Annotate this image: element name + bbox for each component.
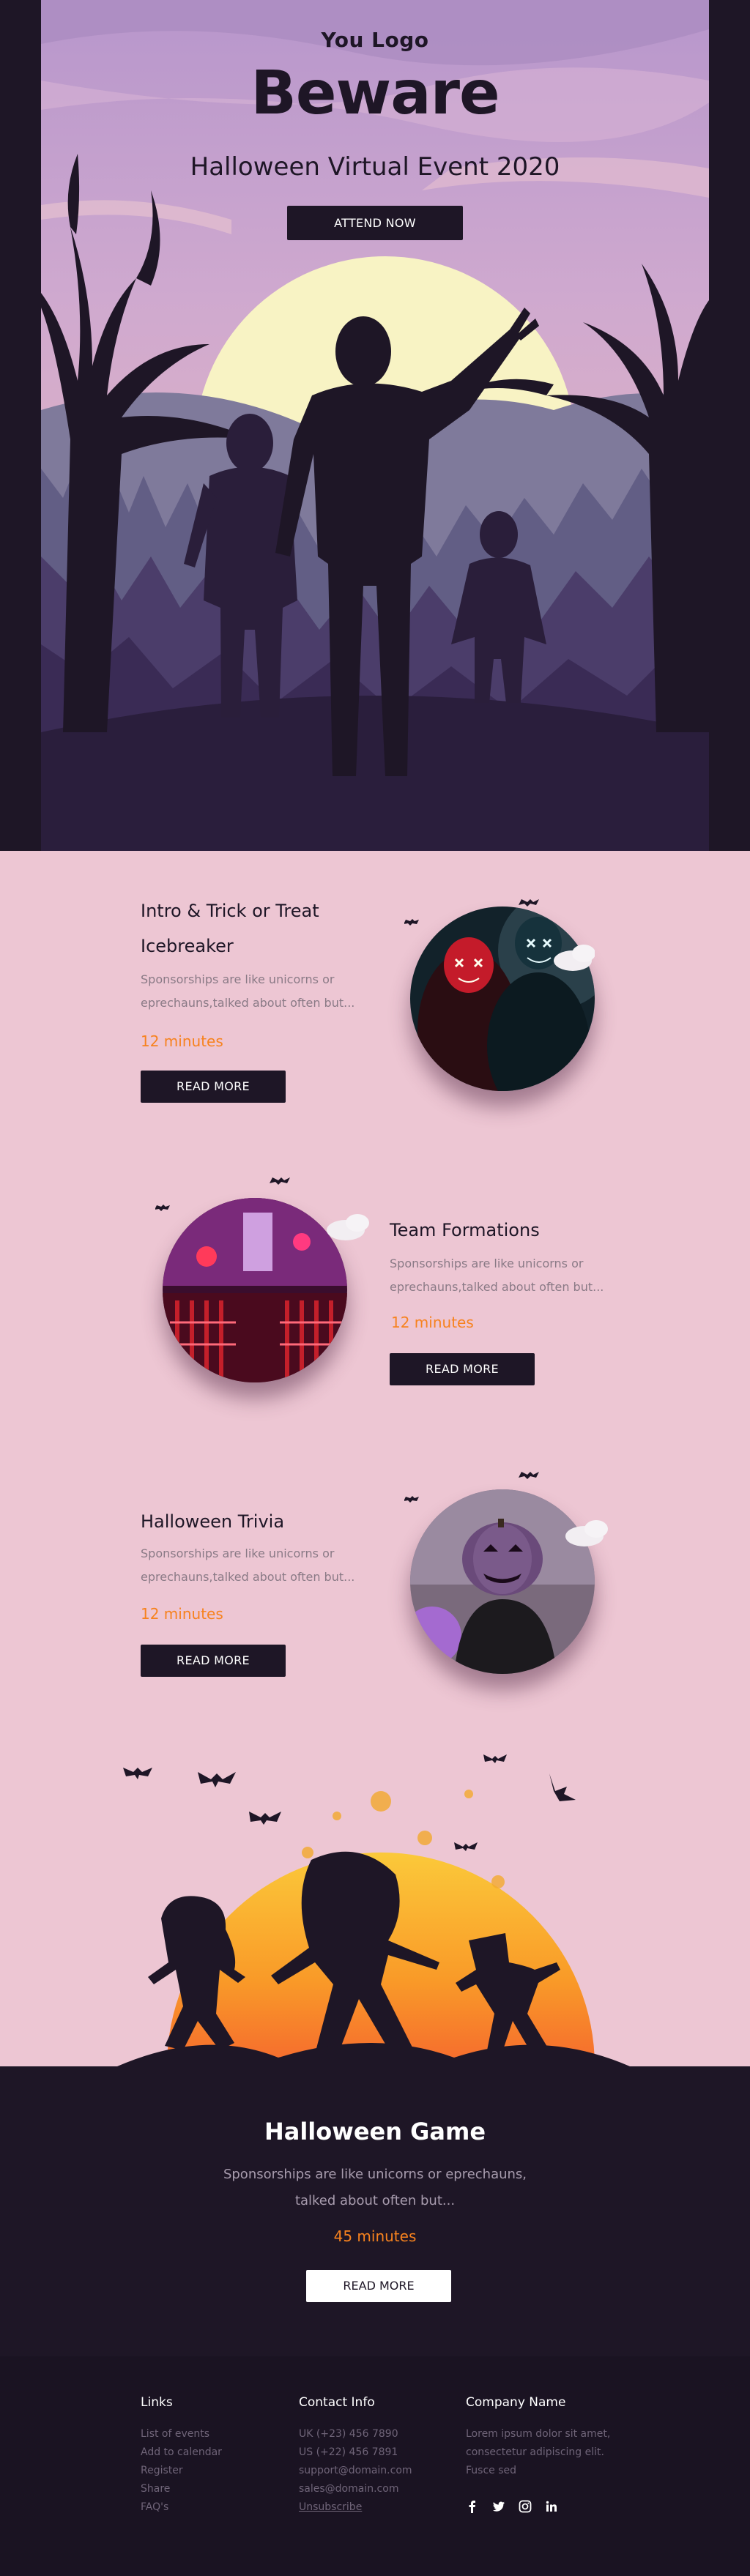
session-title: Halloween Trivia bbox=[141, 1511, 285, 1532]
bats-decoration bbox=[404, 899, 595, 971]
footer-email-sales[interactable]: sales@domain.com bbox=[299, 2480, 412, 2498]
footer-company-heading: Company Name bbox=[466, 2395, 566, 2410]
brand-logo[interactable]: You Logo bbox=[41, 28, 709, 52]
footer-email-support[interactable]: support@domain.com bbox=[299, 2462, 412, 2480]
footer-link-faqs[interactable]: FAQ's bbox=[141, 2498, 222, 2517]
footer-links-column: Links List of events Add to calendar Reg… bbox=[141, 2391, 222, 2517]
zombie-moon-illustration bbox=[117, 1754, 630, 2066]
hero-subtitle: Halloween Virtual Event 2020 bbox=[190, 152, 560, 182]
session-title: Intro & Trick or Treat Icebreaker bbox=[141, 893, 319, 964]
session-description-line: eprechauns,talked about often but... bbox=[141, 1570, 355, 1584]
footer-phone-us[interactable]: US (+22) 456 7891 bbox=[299, 2443, 412, 2462]
session-description-line: Sponsorships are like unicorns or bbox=[141, 1546, 335, 1560]
session-description-line: Sponsorships are like unicorns or bbox=[390, 1257, 584, 1270]
social-links bbox=[466, 2500, 558, 2513]
session-description-line: eprechauns,talked about often but... bbox=[390, 1280, 604, 1294]
footer-company-text: Fusce sed bbox=[466, 2465, 517, 2476]
game-description: Sponsorships are like unicorns or eprech… bbox=[192, 2162, 558, 2214]
footer-link-share[interactable]: Share bbox=[141, 2480, 222, 2498]
linkedin-icon[interactable] bbox=[545, 2500, 558, 2513]
attend-now-button[interactable]: ATTEND NOW bbox=[287, 206, 463, 240]
session-duration: 12 minutes bbox=[391, 1314, 474, 1331]
facebook-icon[interactable] bbox=[466, 2500, 479, 2513]
session-duration: 12 minutes bbox=[141, 1605, 223, 1623]
session-title-line: Icebreaker bbox=[141, 936, 234, 956]
footer-link-add-to-calendar[interactable]: Add to calendar bbox=[141, 2443, 222, 2462]
bats-decoration bbox=[404, 1472, 608, 1546]
read-more-button[interactable]: READ MORE bbox=[141, 1071, 286, 1103]
game-section: Halloween Game Sponsorships are like uni… bbox=[0, 2066, 750, 2356]
footer-company-text: consectetur adipiscing elit. bbox=[466, 2446, 604, 2458]
session-description: Sponsorships are like unicorns or eprech… bbox=[141, 1542, 382, 1589]
twitter-icon[interactable] bbox=[492, 2500, 505, 2513]
session-title: Team Formations bbox=[390, 1220, 540, 1240]
game-read-more-button[interactable]: READ MORE bbox=[306, 2270, 451, 2302]
session-description: Sponsorships are like unicorns or eprech… bbox=[390, 1252, 631, 1299]
footer-links-heading: Links bbox=[141, 2395, 173, 2410]
read-more-button[interactable]: READ MORE bbox=[390, 1353, 535, 1385]
session-description-line: eprechauns,talked about often but... bbox=[141, 996, 355, 1010]
footer-phone-uk[interactable]: UK (+23) 456 7890 bbox=[299, 2425, 412, 2443]
footer-company-text: Lorem ipsum dolor sit amet, bbox=[466, 2428, 611, 2440]
game-description-line: Sponsorships are like unicorns or eprech… bbox=[223, 2167, 527, 2182]
read-more-button[interactable]: READ MORE bbox=[141, 1645, 286, 1677]
hero-banner: You Logo Beware Halloween Virtual Event … bbox=[41, 0, 709, 851]
footer-contact-column: Contact Info UK (+23) 456 7890 US (+22) … bbox=[299, 2391, 412, 2517]
footer-link-register[interactable]: Register bbox=[141, 2462, 222, 2480]
session-description: Sponsorships are like unicorns or eprech… bbox=[141, 968, 382, 1015]
game-title: Halloween Game bbox=[264, 2118, 486, 2145]
bats-decoration bbox=[155, 1177, 369, 1240]
footer-link-list-of-events[interactable]: List of events bbox=[141, 2425, 222, 2443]
hero-section: You Logo Beware Halloween Virtual Event … bbox=[0, 0, 750, 851]
session-description-line: Sponsorships are like unicorns or bbox=[141, 972, 335, 986]
session-duration: 12 minutes bbox=[141, 1032, 223, 1050]
game-duration: 45 minutes bbox=[333, 2227, 417, 2245]
instagram-icon[interactable] bbox=[519, 2500, 532, 2513]
unsubscribe-link[interactable]: Unsubscribe bbox=[299, 2498, 412, 2517]
email-page: You Logo Beware Halloween Virtual Event … bbox=[0, 0, 750, 2576]
footer: Links List of events Add to calendar Reg… bbox=[0, 2356, 750, 2576]
hero-title: Beware bbox=[250, 59, 500, 128]
session-title-line: Intro & Trick or Treat bbox=[141, 901, 319, 921]
footer-company-column: Company Name Lorem ipsum dolor sit amet,… bbox=[466, 2391, 610, 2480]
footer-contact-heading: Contact Info bbox=[299, 2395, 375, 2410]
game-description-line: talked about often but... bbox=[294, 2193, 456, 2208]
